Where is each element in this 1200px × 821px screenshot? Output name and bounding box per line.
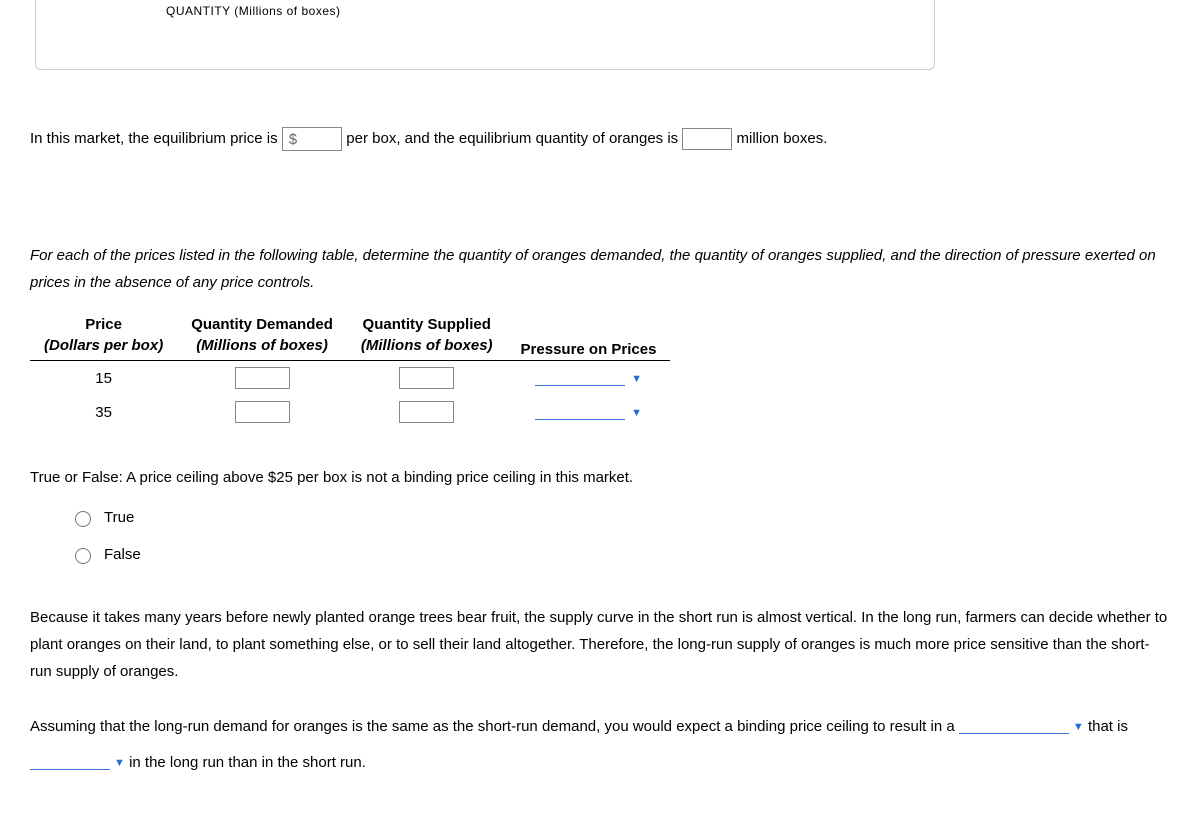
col-sub-qd: (Millions of boxes): [177, 335, 347, 361]
chevron-down-icon: ▼: [631, 373, 642, 385]
table-row: 35 ▼: [30, 395, 670, 429]
final-tail: in the long run than in the short run.: [129, 754, 366, 771]
col-header-price: Price: [30, 314, 177, 335]
radio-label-true: True: [104, 509, 134, 526]
price-cell: 15: [30, 361, 177, 396]
eq-price-input[interactable]: [301, 128, 341, 150]
chevron-down-icon: ▼: [1073, 714, 1084, 740]
dropdown-line: [959, 720, 1069, 734]
final-pre: Assuming that the long-run demand for or…: [30, 718, 955, 735]
radio-true[interactable]: [75, 511, 91, 527]
eq-text-tail: million boxes.: [737, 130, 828, 147]
col-header-pressure: Pressure on Prices: [507, 335, 671, 361]
radio-false[interactable]: [75, 548, 91, 564]
chevron-down-icon: ▼: [114, 750, 125, 776]
col-sub-price: (Dollars per box): [30, 335, 177, 361]
radio-label-false: False: [104, 546, 141, 563]
qd-input-row2[interactable]: [235, 401, 290, 423]
dollar-sign: $: [283, 126, 301, 153]
final-sentence: Assuming that the long-run demand for or…: [30, 709, 1170, 781]
radio-option-true[interactable]: True: [70, 508, 1170, 527]
eq-text-pre: In this market, the equilibrium price is: [30, 130, 278, 147]
radio-option-false[interactable]: False: [70, 545, 1170, 564]
table-row: 15 ▼: [30, 361, 670, 396]
dropdown-line: [535, 406, 625, 420]
col-header-qd: Quantity Demanded: [177, 314, 347, 335]
graph-container: QUANTITY (Millions of boxes): [35, 0, 935, 70]
final-mid: that is: [1088, 718, 1128, 735]
x-axis-label: QUANTITY (Millions of boxes): [166, 4, 340, 18]
radio-group: True False: [70, 508, 1170, 564]
eq-text-mid: per box, and the equilibrium quantity of…: [346, 130, 678, 147]
eq-price-input-wrap[interactable]: $: [282, 127, 342, 151]
pressure-dropdown-row1[interactable]: ▼: [535, 372, 642, 386]
price-table: Price Quantity Demanded Quantity Supplie…: [30, 314, 670, 429]
equilibrium-sentence: In this market, the equilibrium price is…: [30, 125, 1170, 152]
dropdown-line: [30, 756, 110, 770]
table-instruction: For each of the prices listed in the fol…: [30, 242, 1170, 296]
true-false-question: True or False: A price ceiling above $25…: [30, 469, 1170, 486]
eq-quantity-input[interactable]: [682, 128, 732, 150]
price-cell: 35: [30, 395, 177, 429]
qd-input-row1[interactable]: [235, 367, 290, 389]
long-run-paragraph: Because it takes many years before newly…: [30, 604, 1170, 685]
col-sub-qs: (Millions of boxes): [347, 335, 507, 361]
qs-input-row2[interactable]: [399, 401, 454, 423]
qs-input-row1[interactable]: [399, 367, 454, 389]
dropdown-line: [535, 372, 625, 386]
final-dropdown-2[interactable]: ▼: [30, 750, 125, 776]
final-dropdown-1[interactable]: ▼: [959, 714, 1084, 740]
col-header-qs: Quantity Supplied: [347, 314, 507, 335]
chevron-down-icon: ▼: [631, 407, 642, 419]
pressure-dropdown-row2[interactable]: ▼: [535, 406, 642, 420]
